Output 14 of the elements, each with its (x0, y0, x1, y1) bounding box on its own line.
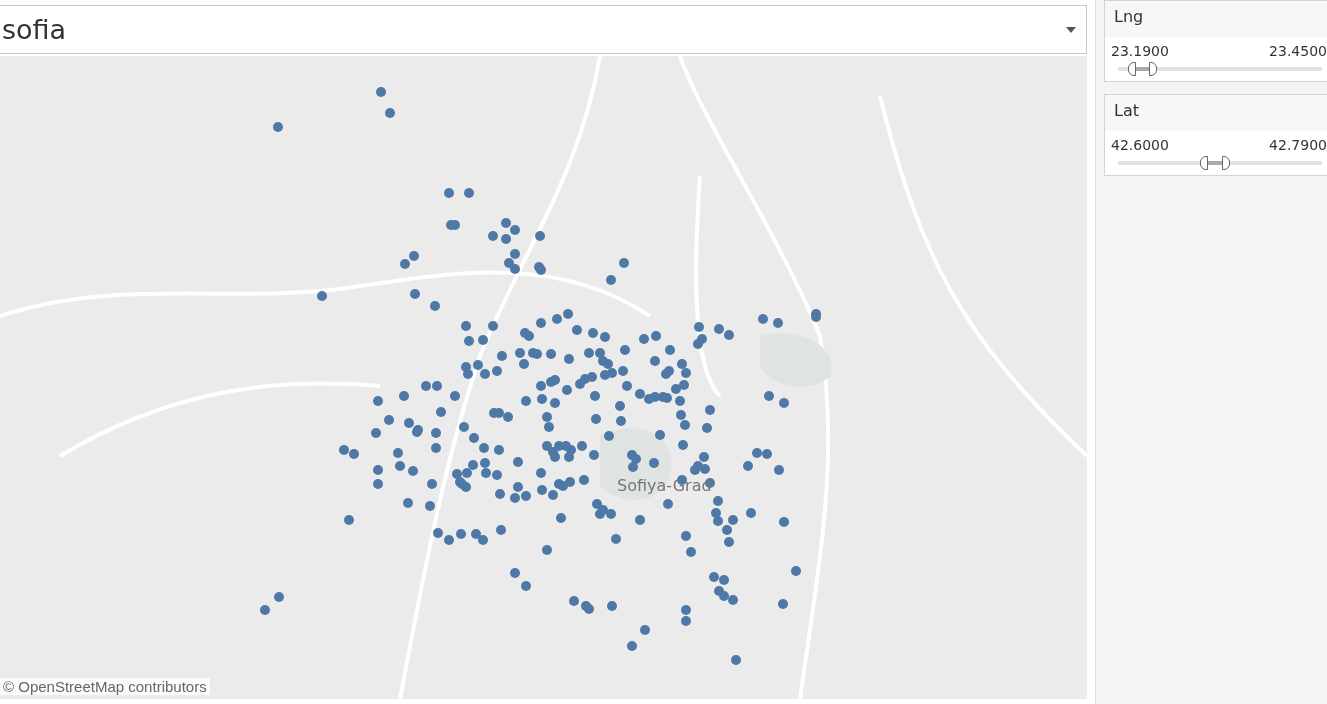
slider-thumb[interactable] (1199, 156, 1208, 170)
dropdown[interactable]: sofia (0, 5, 1087, 54)
range-min-value: 23.1900 (1111, 43, 1169, 59)
range-max-value: 42.7900 (1269, 137, 1327, 153)
map-attribution: © OpenStreetMap contributors (0, 678, 210, 695)
range-max-value: 23.4500 (1269, 43, 1327, 59)
slider-thumb[interactable] (1148, 62, 1157, 76)
map-place-label: Sofiya-Grad (617, 476, 712, 495)
range-min-value: 42.6000 (1111, 137, 1169, 153)
filter-title: Lng (1105, 1, 1327, 37)
caret-icon (1066, 26, 1076, 33)
slider-thumb[interactable] (1222, 156, 1231, 170)
slider-thumb[interactable] (1128, 62, 1137, 76)
filter-title: Lat (1105, 95, 1327, 131)
